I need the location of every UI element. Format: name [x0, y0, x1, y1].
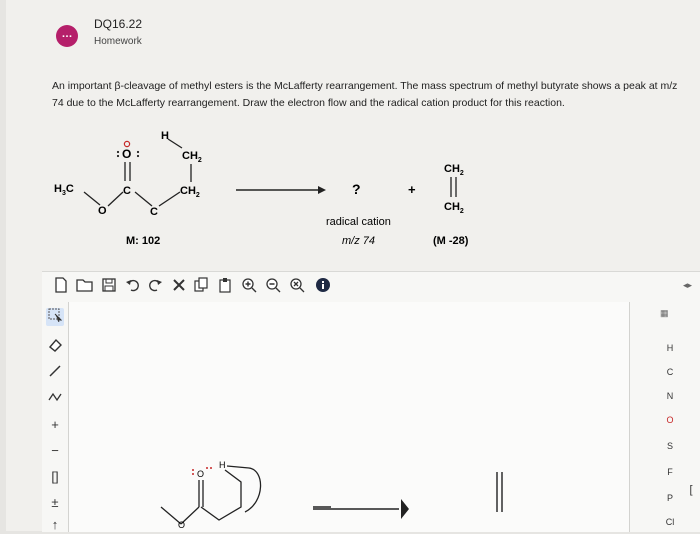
- reaction-arrow-head: [318, 186, 326, 194]
- arrow-icon[interactable]: ↑: [46, 516, 64, 534]
- methyl-label: H3C: [54, 183, 74, 197]
- homework-page: … DQ16.22 Homework An important β-cleava…: [6, 0, 700, 532]
- periodic-table-icon[interactable]: ▦: [660, 308, 678, 318]
- radical-dot: [123, 140, 131, 148]
- canvas-hydrogen: H: [219, 460, 226, 470]
- bracket-icon[interactable]: []: [46, 468, 64, 486]
- canvas-carbonyl-oxygen: O: [197, 469, 204, 479]
- carbonyl-carbon-label: C: [123, 185, 131, 197]
- editor-toolbar: ◂▸: [42, 272, 700, 302]
- zoom-out-icon[interactable]: [264, 277, 282, 295]
- assignment-title: DQ16.22: [94, 17, 143, 31]
- editor-left-tools: + − [] ± ↑: [42, 302, 66, 532]
- save-icon[interactable]: [100, 277, 118, 295]
- reaction-scheme: H3C O C O C CH2 CH2 H M: 102 ? radical c…: [54, 130, 469, 247]
- ester-oxygen-label: O: [98, 205, 107, 217]
- canvas-arrow-head: [401, 499, 409, 519]
- element-c[interactable]: C: [660, 364, 680, 380]
- product-type-label: radical cation: [326, 216, 391, 228]
- select-icon[interactable]: [46, 308, 64, 326]
- ch2-top-label: CH2: [182, 150, 202, 164]
- plus-sign: +: [408, 182, 416, 197]
- zoom-in-icon[interactable]: [240, 277, 258, 295]
- ch2-middle-label: CH2: [180, 185, 200, 199]
- reactant-mass: M: 102: [126, 235, 160, 247]
- element-s[interactable]: S: [660, 438, 680, 454]
- zoom-reset-icon[interactable]: [288, 277, 306, 295]
- paste-icon[interactable]: [216, 277, 234, 295]
- ethylene-bottom-label: CH2: [444, 201, 464, 215]
- carbonyl-oxygen-label: O: [122, 147, 131, 161]
- element-f[interactable]: F: [660, 464, 680, 480]
- hydrogen-label: H: [161, 130, 169, 142]
- product-unknown: ?: [352, 181, 361, 197]
- element-h[interactable]: H: [660, 340, 680, 356]
- panel-toggle-icon[interactable]: ◂▸: [683, 280, 692, 291]
- delete-icon[interactable]: [170, 277, 188, 295]
- redo-icon[interactable]: [146, 277, 164, 295]
- charge-minus-icon[interactable]: −: [46, 442, 64, 460]
- charge-plus-icon[interactable]: +: [46, 416, 64, 434]
- ethylene-top-label: CH2: [444, 163, 464, 177]
- ethylene-mass-label: (M -28): [433, 235, 469, 247]
- plus-minus-icon[interactable]: ±: [46, 494, 64, 512]
- assignment-badge-icon[interactable]: …: [56, 25, 78, 47]
- drawing-canvas[interactable]: O O H: [68, 302, 630, 532]
- product-mz-label: m/z 74: [342, 235, 375, 247]
- element-p[interactable]: P: [660, 490, 680, 506]
- new-doc-icon[interactable]: [52, 277, 70, 295]
- question-text: An important β-cleavage of methyl esters…: [52, 80, 678, 109]
- assignment-subtitle: Homework: [94, 36, 142, 47]
- canvas-ester-oxygen: O: [178, 520, 185, 530]
- element-o[interactable]: O: [660, 412, 680, 428]
- undo-icon[interactable]: [124, 277, 142, 295]
- alpha-carbon-label: C: [150, 206, 158, 218]
- element-cl[interactable]: Cl: [660, 514, 680, 530]
- structure-editor: ◂▸ + − [] ± ↑ O O H ▦ H C N O S F P Cl: [42, 271, 700, 532]
- copy-icon[interactable]: [192, 277, 210, 295]
- eraser-icon[interactable]: [46, 338, 64, 356]
- drawn-structure: O O H: [160, 460, 503, 530]
- chain-icon[interactable]: [46, 390, 64, 408]
- element-n[interactable]: N: [660, 388, 680, 404]
- single-bond-icon[interactable]: [46, 364, 64, 382]
- info-icon[interactable]: [314, 277, 332, 295]
- side-expand-icon[interactable]: [: [684, 480, 698, 500]
- open-icon[interactable]: [76, 277, 94, 295]
